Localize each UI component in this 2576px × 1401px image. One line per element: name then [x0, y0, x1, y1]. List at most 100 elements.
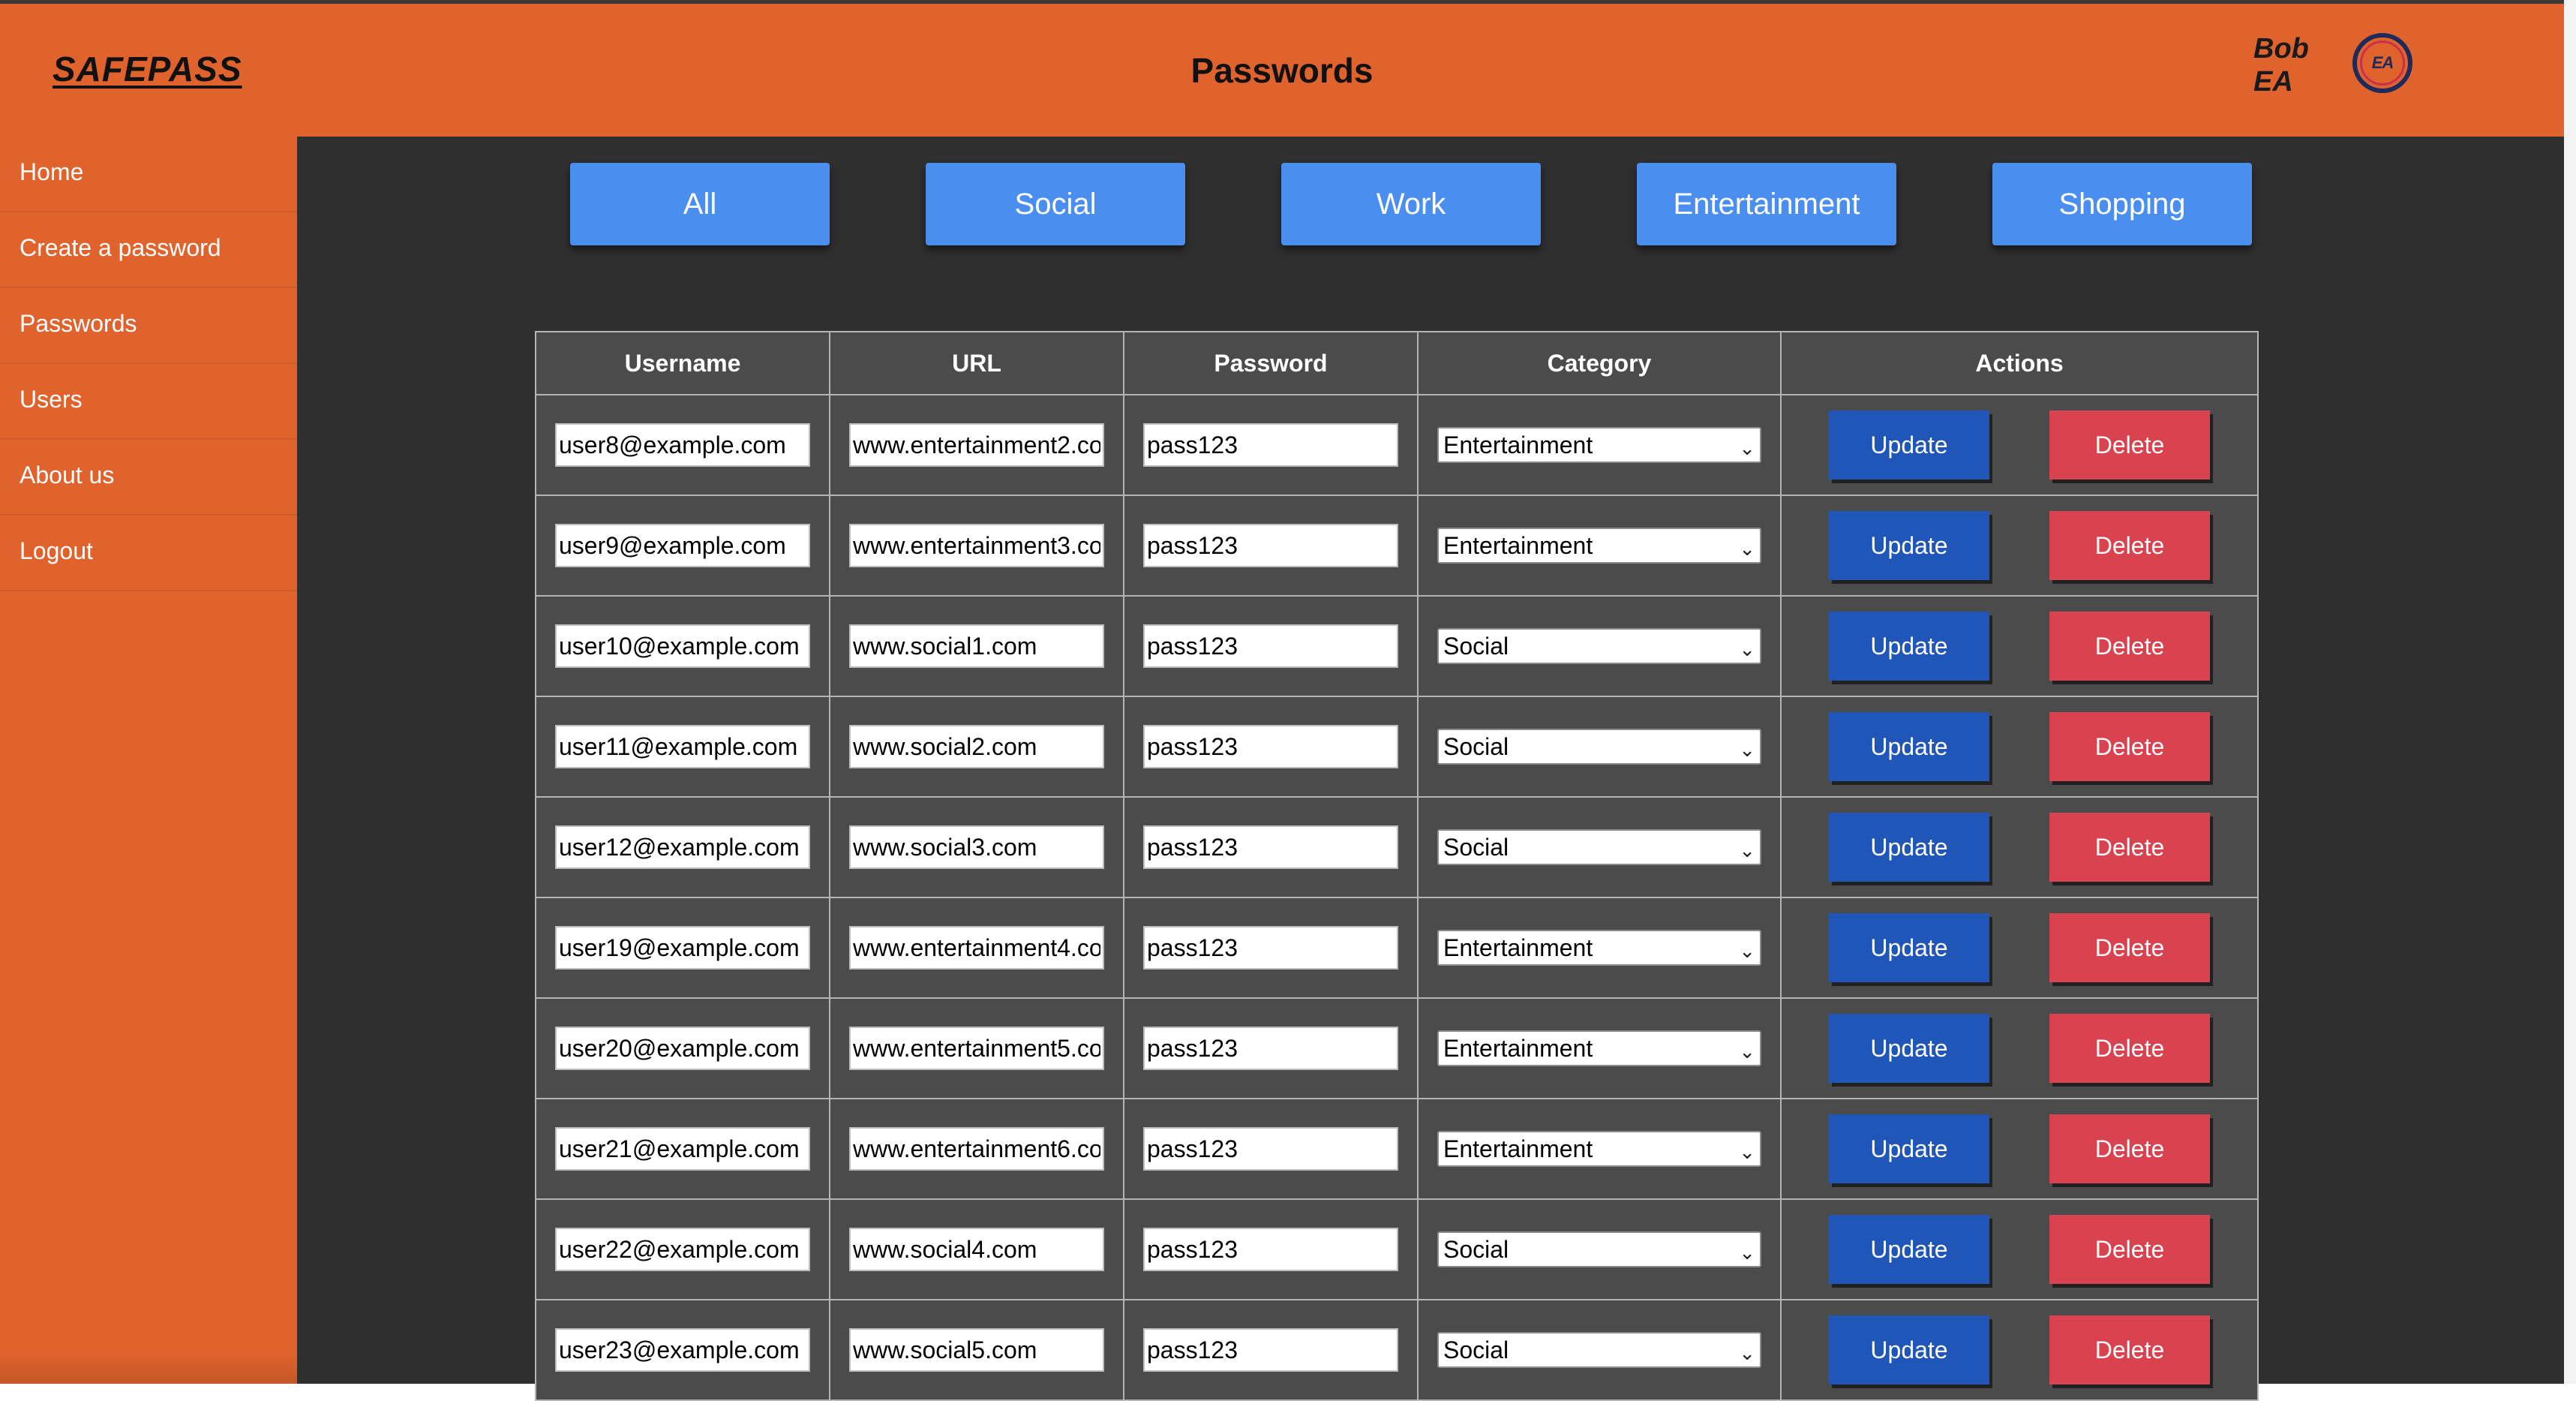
username-input[interactable]	[555, 725, 810, 768]
sidebar-shadow	[0, 1354, 297, 1384]
username-input[interactable]	[555, 1328, 810, 1372]
actions-cell: Update Delete	[1780, 997, 2259, 1099]
delete-button[interactable]: Delete	[2049, 712, 2210, 781]
table-row: Social ⌄ Update Delete	[535, 696, 2259, 798]
category-select[interactable]: Social ⌄	[1437, 729, 1761, 765]
url-input[interactable]	[849, 926, 1104, 970]
password-cell	[1123, 1198, 1419, 1300]
url-input[interactable]	[849, 1228, 1104, 1271]
actions-cell: Update Delete	[1780, 495, 2259, 597]
category-select[interactable]: Social ⌄	[1437, 1231, 1761, 1267]
password-input[interactable]	[1143, 926, 1398, 970]
username-input[interactable]	[555, 624, 810, 668]
url-input[interactable]	[849, 1027, 1104, 1070]
password-cell	[1123, 696, 1419, 798]
actions-cell: Update Delete	[1780, 696, 2259, 798]
sidebar-item-users[interactable]: Users	[0, 364, 297, 440]
delete-button[interactable]: Delete	[2049, 913, 2210, 982]
sidebar-item-about-us[interactable]: About us	[0, 440, 297, 516]
password-input[interactable]	[1143, 825, 1398, 869]
url-cell	[829, 997, 1124, 1099]
password-input[interactable]	[1143, 423, 1398, 467]
update-button[interactable]: Update	[1829, 410, 1989, 480]
url-cell	[829, 796, 1124, 898]
username-cell	[535, 394, 830, 496]
filter-entertainment-button[interactable]: Entertainment	[1637, 163, 1896, 245]
actions-cell: Update Delete	[1780, 595, 2259, 697]
category-select-value: Entertainment	[1443, 431, 1593, 458]
username-input[interactable]	[555, 423, 810, 467]
update-button[interactable]: Update	[1829, 913, 1989, 982]
category-select[interactable]: Entertainment ⌄	[1437, 427, 1761, 463]
sidebar-item-home[interactable]: Home	[0, 137, 297, 212]
category-select[interactable]: Entertainment ⌄	[1437, 930, 1761, 966]
category-select[interactable]: Social ⌄	[1437, 829, 1761, 865]
password-input[interactable]	[1143, 725, 1398, 768]
app-logo[interactable]: SAFEPASS	[53, 49, 242, 89]
update-button[interactable]: Update	[1829, 712, 1989, 781]
sidebar-item-create-password[interactable]: Create a password	[0, 212, 297, 288]
update-button[interactable]: Update	[1829, 1315, 1989, 1384]
password-input[interactable]	[1143, 624, 1398, 668]
delete-button[interactable]: Delete	[2049, 511, 2210, 580]
category-select[interactable]: Entertainment ⌄	[1437, 528, 1761, 564]
update-button[interactable]: Update	[1829, 1014, 1989, 1083]
update-button[interactable]: Update	[1829, 511, 1989, 580]
username-input[interactable]	[555, 926, 810, 970]
delete-button[interactable]: Delete	[2049, 813, 2210, 882]
category-select-value: Entertainment	[1443, 532, 1593, 559]
delete-button[interactable]: Delete	[2049, 1215, 2210, 1284]
username-cell	[535, 997, 830, 1099]
password-input[interactable]	[1143, 1228, 1398, 1271]
sidebar-item-logout[interactable]: Logout	[0, 516, 297, 591]
category-select[interactable]: Entertainment ⌄	[1437, 1131, 1761, 1167]
username-input[interactable]	[555, 1228, 810, 1271]
category-select[interactable]: Social ⌄	[1437, 628, 1761, 664]
username-input[interactable]	[555, 1127, 810, 1171]
url-input[interactable]	[849, 1328, 1104, 1372]
url-input[interactable]	[849, 423, 1104, 467]
url-input[interactable]	[849, 725, 1104, 768]
category-select-value: Social	[1443, 1236, 1509, 1263]
table-row: Entertainment ⌄ Update Delete	[535, 495, 2259, 597]
filter-all-button[interactable]: All	[570, 163, 830, 245]
password-cell	[1123, 897, 1419, 999]
password-input[interactable]	[1143, 1328, 1398, 1372]
url-input[interactable]	[849, 624, 1104, 668]
password-cell	[1123, 796, 1419, 898]
filter-social-button[interactable]: Social	[926, 163, 1185, 245]
category-select[interactable]: Entertainment ⌄	[1437, 1030, 1761, 1066]
update-button[interactable]: Update	[1829, 1114, 1989, 1183]
url-input[interactable]	[849, 1127, 1104, 1171]
url-input[interactable]	[849, 524, 1104, 567]
username-cell	[535, 696, 830, 798]
category-cell: Social ⌄	[1417, 696, 1782, 798]
password-cell	[1123, 997, 1419, 1099]
category-select-value: Entertainment	[1443, 1035, 1593, 1062]
category-cell: Social ⌄	[1417, 796, 1782, 898]
update-button[interactable]: Update	[1829, 813, 1989, 882]
username-input[interactable]	[555, 524, 810, 567]
username-input[interactable]	[555, 1027, 810, 1070]
delete-button[interactable]: Delete	[2049, 1114, 2210, 1183]
sidebar-item-passwords[interactable]: Passwords	[0, 288, 297, 364]
password-input[interactable]	[1143, 1027, 1398, 1070]
password-input[interactable]	[1143, 1127, 1398, 1171]
category-select[interactable]: Social ⌄	[1437, 1332, 1761, 1368]
update-button[interactable]: Update	[1829, 1215, 1989, 1284]
delete-button[interactable]: Delete	[2049, 1014, 2210, 1083]
table-row: Entertainment ⌄ Update Delete	[535, 997, 2259, 1099]
filter-shopping-button[interactable]: Shopping	[1992, 163, 2252, 245]
username-input[interactable]	[555, 825, 810, 869]
username-cell	[535, 495, 830, 597]
password-input[interactable]	[1143, 524, 1398, 567]
url-input[interactable]	[849, 825, 1104, 869]
update-button[interactable]: Update	[1829, 612, 1989, 681]
delete-button[interactable]: Delete	[2049, 410, 2210, 480]
table-row: Social ⌄ Update Delete	[535, 1198, 2259, 1300]
delete-button[interactable]: Delete	[2049, 1315, 2210, 1384]
category-select-value: Entertainment	[1443, 1135, 1593, 1162]
filter-work-button[interactable]: Work	[1281, 163, 1541, 245]
delete-button[interactable]: Delete	[2049, 612, 2210, 681]
avatar[interactable]: EA	[2352, 33, 2412, 93]
